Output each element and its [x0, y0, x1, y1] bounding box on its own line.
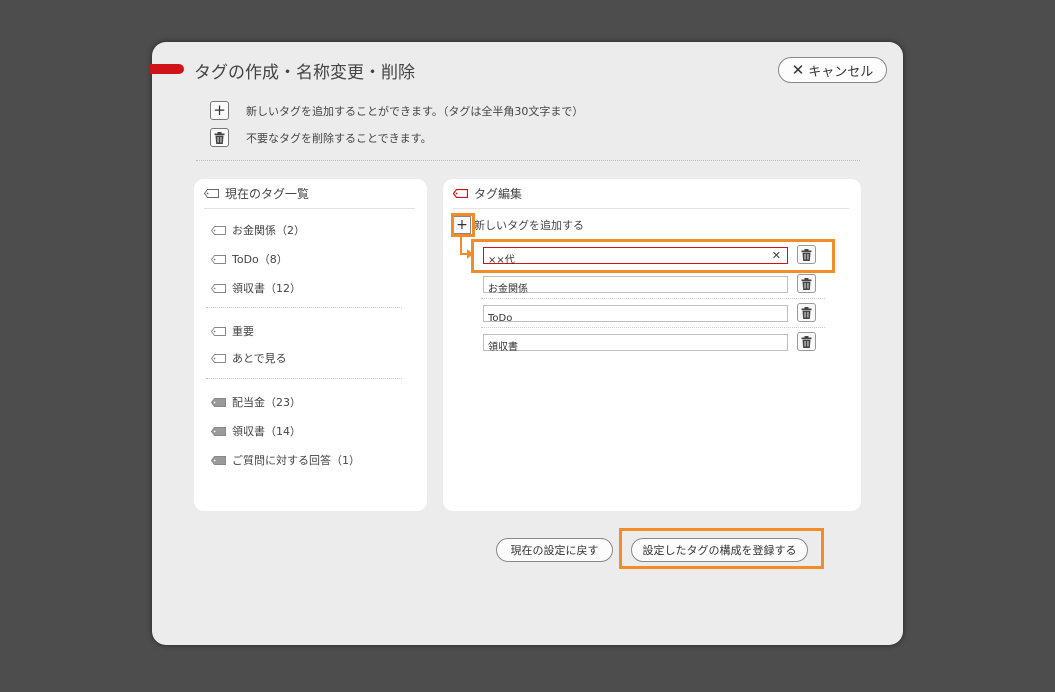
add-tag-label: 新しいタグを追加する: [474, 219, 584, 232]
tag-icon: [211, 283, 226, 293]
list-item[interactable]: 領収書（14）: [211, 423, 301, 439]
list-item-label: ToDo（8）: [232, 253, 288, 266]
reset-button[interactable]: 現在の設定に戻す: [496, 538, 613, 562]
list-item[interactable]: お金関係（2）: [211, 222, 305, 238]
tag-icon: [211, 254, 226, 264]
list-item-label: 領収書（14）: [232, 425, 301, 438]
add-button-highlight: [451, 213, 475, 237]
header-divider: [453, 208, 849, 209]
trash-icon: [210, 128, 229, 147]
group-divider: [206, 307, 402, 308]
tag-input-wrap: [483, 305, 788, 326]
list-item[interactable]: 領収書（12）: [211, 280, 301, 296]
delete-tag-button[interactable]: [797, 332, 816, 351]
tag-name-input[interactable]: [484, 338, 787, 353]
tag-input-wrap: [483, 334, 788, 353]
delete-tag-button[interactable]: [797, 274, 816, 293]
trash-icon: [801, 335, 812, 348]
plus-icon: +: [210, 101, 229, 120]
info-delete-text: 不要なタグを削除することできます。: [246, 131, 432, 145]
close-icon: ✕: [791, 60, 805, 79]
list-item-label: 重要: [232, 325, 254, 338]
tag-input-wrap: [483, 276, 788, 295]
tag-edit-title: タグ編集: [474, 187, 523, 201]
tag-row: [481, 299, 825, 328]
cancel-label: キャンセル: [808, 64, 874, 80]
tag-filled-icon: [211, 455, 226, 465]
list-item-label: ご質問に対する回答（1）: [232, 454, 360, 467]
tag-filled-icon: [211, 426, 226, 436]
info-add: + 新しいタグを追加することができます。（タグは全半角30文字まで）: [210, 101, 583, 120]
dialog-title: タグの作成・名称変更・削除: [194, 63, 415, 83]
list-item[interactable]: 配当金（23）: [211, 394, 301, 410]
list-item-label: 配当金（23）: [232, 396, 301, 409]
tag-icon: [211, 225, 226, 235]
cancel-button[interactable]: ✕ キャンセル: [778, 57, 887, 83]
list-item[interactable]: ご質問に対する回答（1）: [211, 452, 360, 468]
save-button-highlight: [619, 528, 824, 569]
current-tag-panel: 現在のタグ一覧 お金関係（2） ToDo（8） 領収書（12） 重要 あとで見る…: [194, 179, 427, 511]
annotation-arrow: [460, 237, 462, 254]
header-divider: [204, 208, 415, 209]
info-add-text: 新しいタグを追加することができます。（タグは全半角30文字まで）: [246, 104, 584, 118]
list-item[interactable]: 重要: [211, 323, 254, 339]
delete-tag-button[interactable]: [797, 303, 816, 322]
new-tag-highlight: [471, 239, 835, 273]
trash-icon: [801, 277, 812, 290]
list-item[interactable]: ToDo（8）: [211, 251, 288, 267]
tag-row: [481, 270, 825, 299]
tag-filled-icon: [211, 397, 226, 407]
tag-red-icon: [453, 189, 468, 198]
tag-icon: [211, 353, 226, 363]
group-divider: [206, 378, 402, 379]
tag-row: [481, 328, 825, 357]
list-item-label: お金関係（2）: [232, 224, 305, 237]
tag-name-input[interactable]: [484, 311, 787, 326]
list-item[interactable]: あとで見る: [211, 350, 287, 366]
tag-icon: [204, 189, 219, 198]
list-item-label: 領収書（12）: [232, 282, 301, 295]
tag-edit-header: タグ編集: [453, 185, 522, 202]
tag-icon: [211, 326, 226, 336]
tag-edit-panel: タグ編集 + 新しいタグを追加する ✕: [443, 179, 861, 511]
tag-name-input[interactable]: [484, 280, 787, 295]
divider: [196, 160, 860, 161]
tag-management-dialog: タグの作成・名称変更・削除 ✕ キャンセル + 新しいタグを追加することができま…: [150, 42, 903, 645]
list-item-label: あとで見る: [232, 352, 287, 365]
current-tag-title: 現在のタグ一覧: [225, 187, 310, 201]
title-accent-bar: [150, 64, 184, 74]
current-tag-header: 現在のタグ一覧: [204, 185, 309, 202]
trash-icon: [801, 306, 812, 319]
info-delete: 不要なタグを削除することできます。: [210, 128, 432, 147]
